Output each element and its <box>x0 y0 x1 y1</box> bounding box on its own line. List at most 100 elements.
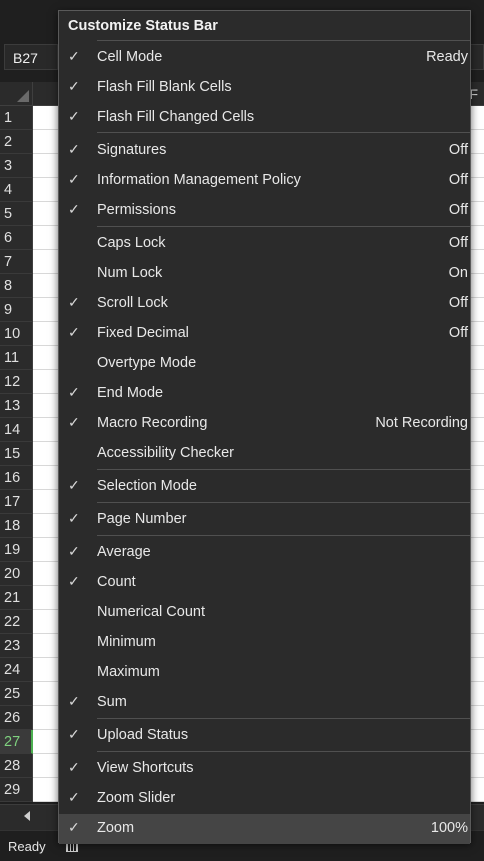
row-header[interactable]: 8 <box>0 274 33 298</box>
row-header[interactable]: 19 <box>0 538 33 562</box>
row-header[interactable]: 10 <box>0 322 33 346</box>
row-header[interactable]: 26 <box>0 706 33 730</box>
row-header[interactable]: 18 <box>0 514 33 538</box>
row-header[interactable]: 1 <box>0 106 33 130</box>
menu-item-label: Page Number <box>97 511 187 527</box>
row-header[interactable]: 27 <box>0 730 33 754</box>
scroll-left-arrow-icon[interactable] <box>24 811 30 821</box>
row-header[interactable]: 5 <box>0 202 33 226</box>
menu-item-label: Num Lock <box>97 265 163 281</box>
menu-item-zoom-slider[interactable]: ✓ Zoom Slider <box>59 784 470 814</box>
menu-item-flash-fill-changed-cells[interactable]: ✓ Flash Fill Changed Cells <box>59 103 470 133</box>
menu-item-selection-mode[interactable]: ✓ Selection Mode <box>59 472 470 502</box>
menu-item-label: Flash Fill Blank Cells <box>97 79 232 95</box>
row-header[interactable]: 15 <box>0 442 33 466</box>
menu-item-label: Maximum <box>97 664 160 680</box>
menu-item-count[interactable]: ✓ Count <box>59 568 470 598</box>
menu-item-label: Caps Lock <box>97 235 166 251</box>
row-header[interactable]: 16 <box>0 466 33 490</box>
row-header[interactable]: 9 <box>0 298 33 322</box>
row-header[interactable]: 13 <box>0 394 33 418</box>
row-header[interactable]: 23 <box>0 634 33 658</box>
row-header[interactable]: 20 <box>0 562 33 586</box>
menu-item-view-shortcuts[interactable]: ✓ View Shortcuts <box>59 754 470 784</box>
menu-item-label: Zoom <box>97 820 135 836</box>
menu-item-overtype-mode[interactable]: Overtype Mode <box>59 349 470 379</box>
checkmark-icon: ✓ <box>68 414 80 430</box>
menu-item-label: Numerical Count <box>97 604 205 620</box>
menu-item-label: Scroll Lock <box>97 295 168 311</box>
menu-item-label: Overtype Mode <box>97 355 197 371</box>
menu-item-permissions[interactable]: ✓ Permissions Off <box>59 196 470 226</box>
menu-item-sum[interactable]: ✓ Sum <box>59 688 470 718</box>
select-all-corner[interactable] <box>0 82 33 106</box>
menu-item-value: Off <box>448 295 468 311</box>
menu-separator <box>97 40 470 41</box>
menu-separator <box>97 469 470 470</box>
menu-separator <box>97 535 470 536</box>
menu-item-label: View Shortcuts <box>97 760 194 776</box>
menu-item-information-management-policy[interactable]: ✓ Information Management Policy Off <box>59 166 470 196</box>
checkmark-icon: ✓ <box>68 141 80 157</box>
menu-item-value: On <box>448 265 468 281</box>
menu-item-label: Sum <box>97 694 127 710</box>
checkmark-icon: ✓ <box>68 819 80 835</box>
menu-item-label: Zoom Slider <box>97 790 176 806</box>
checkmark-icon: ✓ <box>68 573 80 589</box>
checkmark-icon: ✓ <box>68 789 80 805</box>
menu-separator <box>97 226 470 227</box>
menu-item-upload-status[interactable]: ✓ Upload Status <box>59 721 470 751</box>
row-header[interactable]: 29 <box>0 778 33 802</box>
menu-item-zoom[interactable]: ✓ Zoom 100% <box>59 814 470 844</box>
menu-item-average[interactable]: ✓ Average <box>59 538 470 568</box>
menu-item-label: Signatures <box>97 142 167 158</box>
menu-item-flash-fill-blank-cells[interactable]: ✓ Flash Fill Blank Cells <box>59 73 470 103</box>
menu-title: Customize Status Bar <box>68 18 218 34</box>
menu-item-end-mode[interactable]: ✓ End Mode <box>59 379 470 409</box>
menu-item-value: Off <box>448 142 468 158</box>
menu-item-numerical-count[interactable]: Numerical Count <box>59 598 470 628</box>
menu-item-value: Off <box>448 235 468 251</box>
row-header[interactable]: 14 <box>0 418 33 442</box>
row-header[interactable]: 24 <box>0 658 33 682</box>
row-header[interactable]: 11 <box>0 346 33 370</box>
menu-item-label: Selection Mode <box>97 478 197 494</box>
menu-item-accessibility-checker[interactable]: Accessibility Checker <box>59 439 470 469</box>
row-header[interactable]: 25 <box>0 682 33 706</box>
row-header[interactable]: 4 <box>0 178 33 202</box>
menu-item-fixed-decimal[interactable]: ✓ Fixed Decimal Off <box>59 319 470 349</box>
menu-item-signatures[interactable]: ✓ Signatures Off <box>59 136 470 166</box>
row-header[interactable]: 28 <box>0 754 33 778</box>
menu-item-minimum[interactable]: Minimum <box>59 628 470 658</box>
row-header[interactable]: 21 <box>0 586 33 610</box>
checkmark-icon: ✓ <box>68 759 80 775</box>
menu-item-num-lock[interactable]: Num Lock On <box>59 259 470 289</box>
row-header[interactable]: 2 <box>0 130 33 154</box>
menu-item-cell-mode[interactable]: ✓ Cell Mode Ready <box>59 43 470 73</box>
row-header[interactable]: 6 <box>0 226 33 250</box>
row-header[interactable]: 17 <box>0 490 33 514</box>
menu-item-macro-recording[interactable]: ✓ Macro Recording Not Recording <box>59 409 470 439</box>
menu-item-value: Not Recording <box>375 415 468 431</box>
checkmark-icon: ✓ <box>68 543 80 559</box>
row-header[interactable]: 22 <box>0 610 33 634</box>
menu-item-label: Fixed Decimal <box>97 325 189 341</box>
menu-item-caps-lock[interactable]: Caps Lock Off <box>59 229 470 259</box>
checkmark-icon: ✓ <box>68 201 80 217</box>
menu-item-label: Cell Mode <box>97 49 163 65</box>
menu-item-scroll-lock[interactable]: ✓ Scroll Lock Off <box>59 289 470 319</box>
menu-item-label: Count <box>97 574 136 590</box>
menu-item-value: Ready <box>426 49 468 65</box>
name-box[interactable]: B27 <box>4 44 58 70</box>
menu-item-label: Permissions <box>97 202 176 218</box>
menu-item-label: Average <box>97 544 151 560</box>
row-header[interactable]: 7 <box>0 250 33 274</box>
row-header[interactable]: 3 <box>0 154 33 178</box>
menu-item-page-number[interactable]: ✓ Page Number <box>59 505 470 535</box>
checkmark-icon: ✓ <box>68 384 80 400</box>
formula-bar[interactable] <box>470 44 484 70</box>
checkmark-icon: ✓ <box>68 171 80 187</box>
menu-item-label: Flash Fill Changed Cells <box>97 109 255 125</box>
row-header[interactable]: 12 <box>0 370 33 394</box>
menu-item-maximum[interactable]: Maximum <box>59 658 470 688</box>
